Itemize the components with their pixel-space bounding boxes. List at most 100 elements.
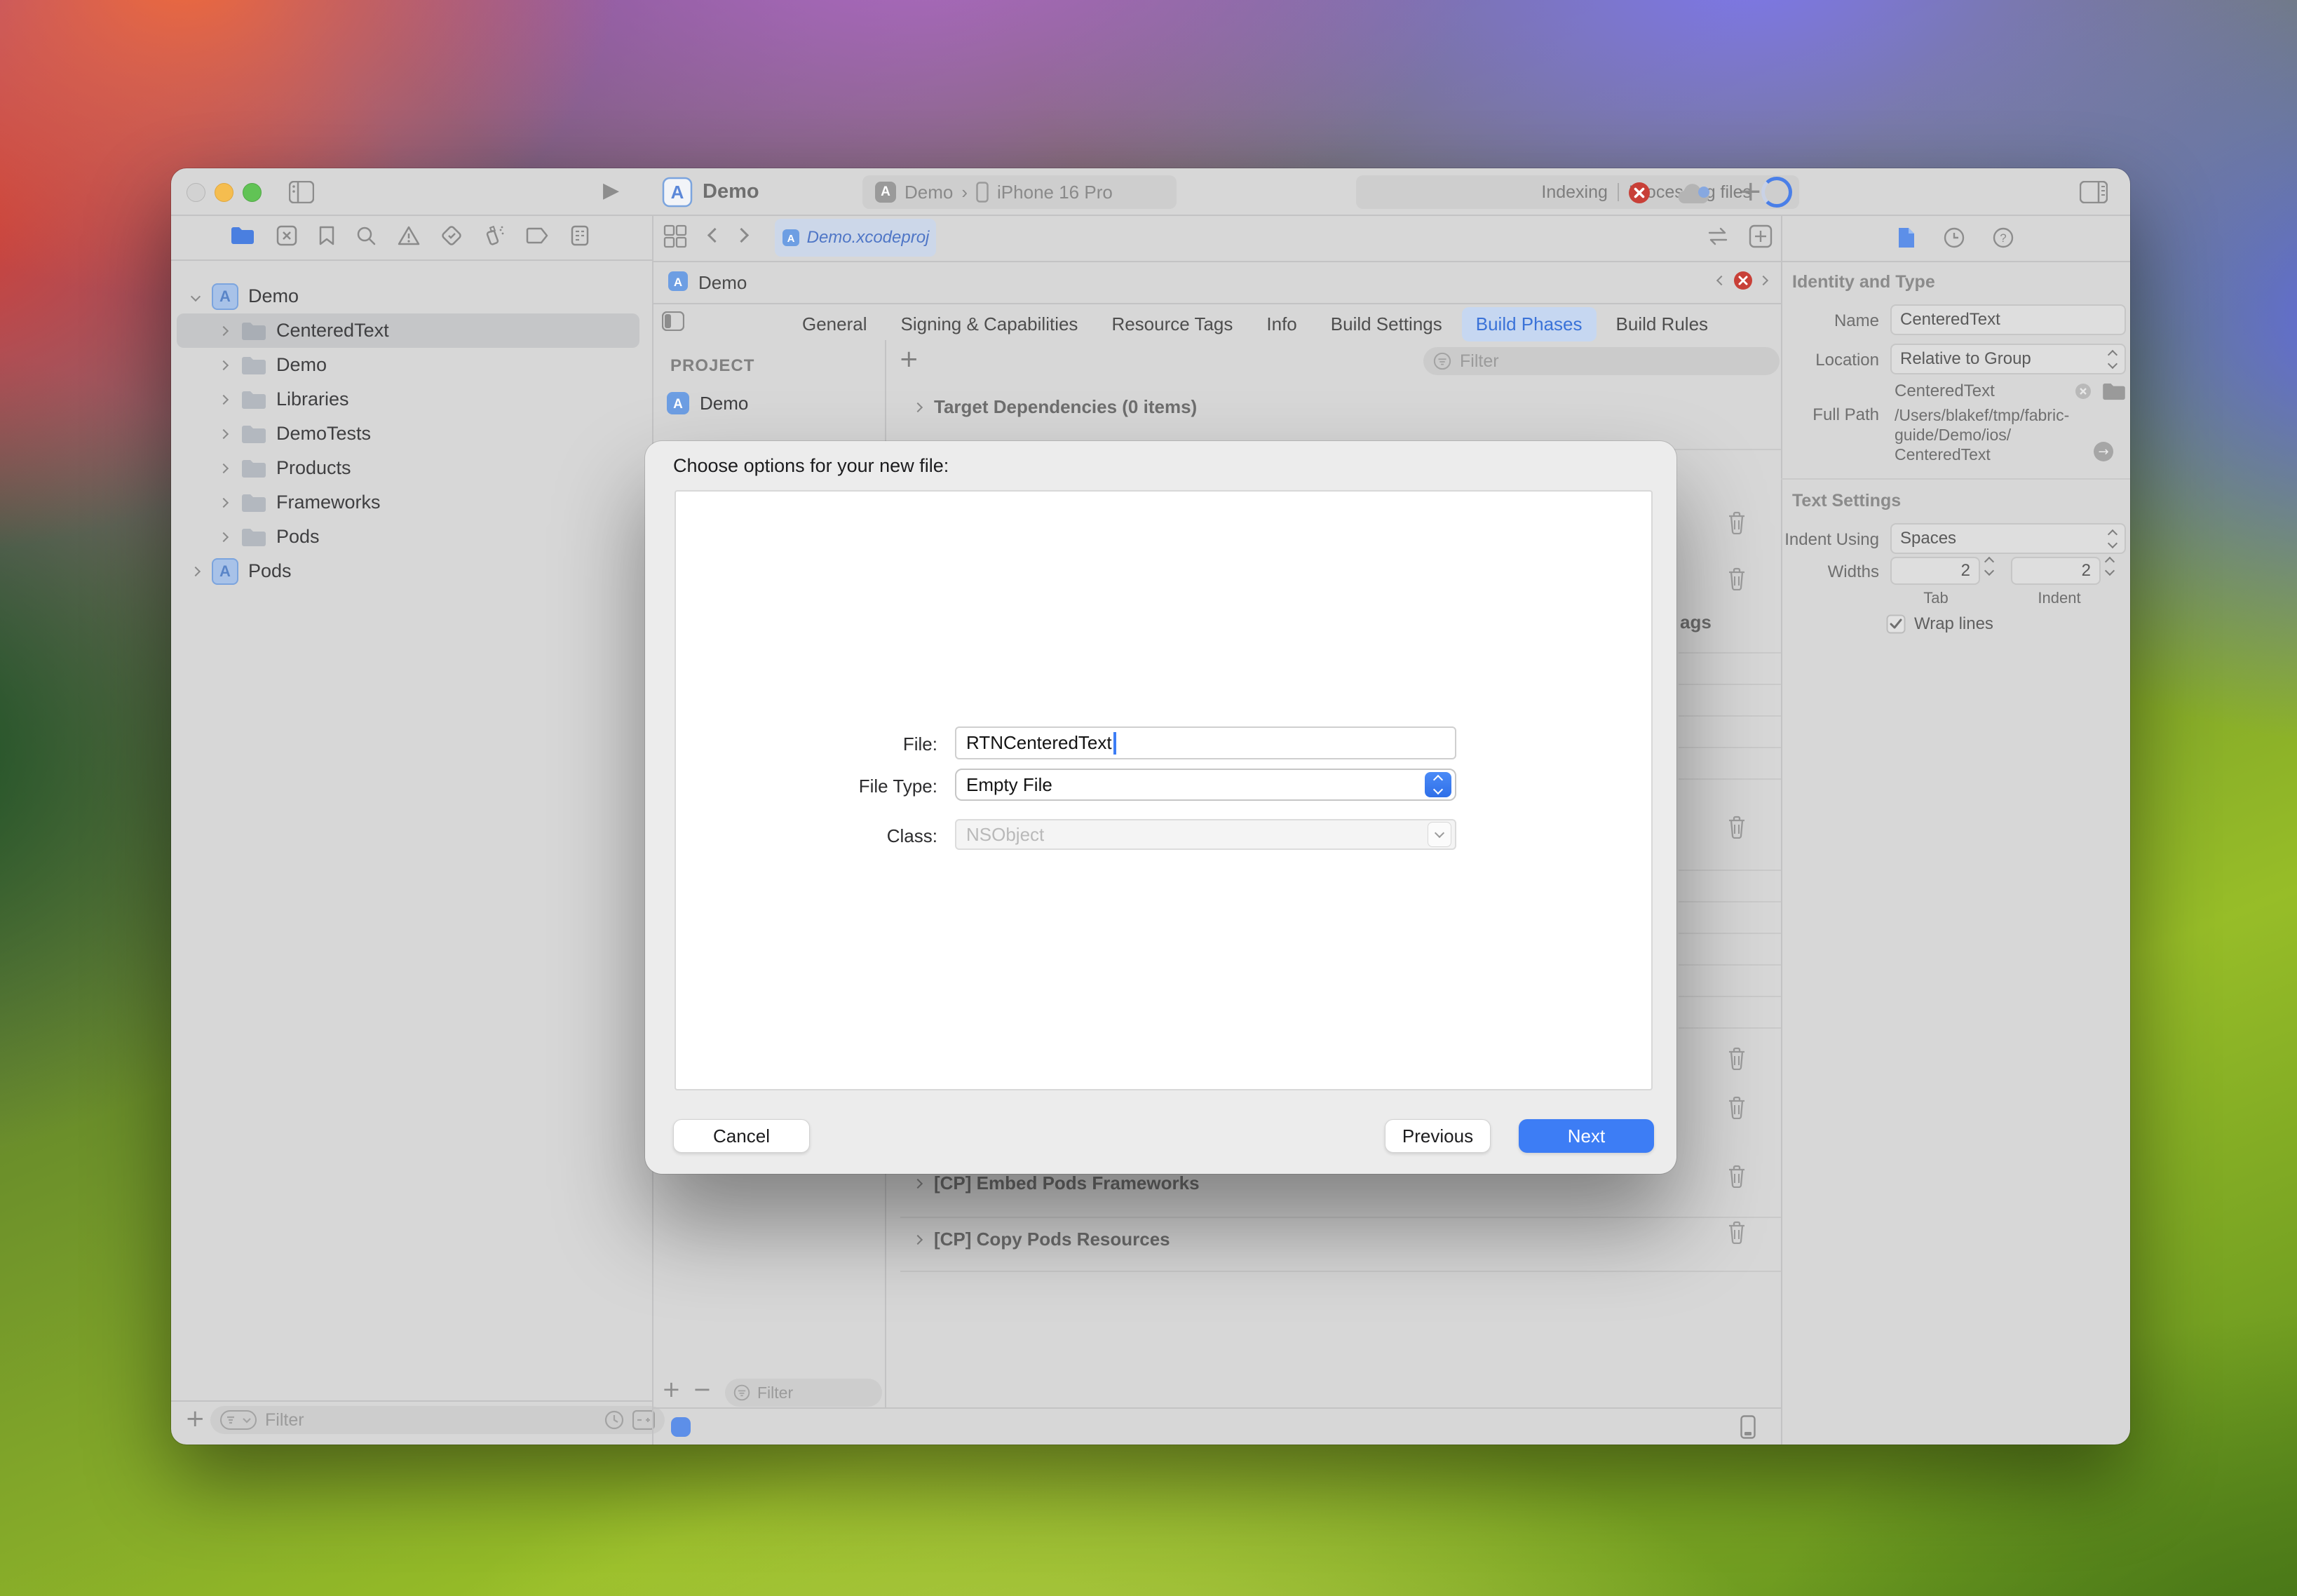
tab-resource-tags[interactable]: Resource Tags [1097, 307, 1247, 341]
breakpoint-navigator-icon[interactable] [526, 226, 550, 248]
sidebar-item-frameworks[interactable]: Frameworks [177, 485, 639, 520]
editor-grid-icon[interactable] [663, 224, 687, 252]
delete-phase-icon[interactable] [1726, 815, 1747, 842]
test-navigator-icon[interactable] [441, 225, 462, 250]
zoom-button[interactable] [243, 183, 262, 202]
delete-phase-icon[interactable] [1726, 1164, 1747, 1191]
sidebar-item-demo-project[interactable]: A Demo [177, 279, 639, 313]
tab-width-field[interactable]: 2 [1890, 557, 1980, 585]
folder-icon [241, 459, 266, 478]
back-button[interactable] [707, 228, 722, 243]
sidebar-item-demotests[interactable]: DemoTests [177, 417, 639, 451]
recent-files-clock-icon[interactable] [604, 1410, 624, 1430]
previous-button[interactable]: Previous [1385, 1119, 1491, 1153]
indent-width-stepper[interactable] [2106, 558, 2113, 574]
tab-build-settings[interactable]: Build Settings [1317, 307, 1456, 341]
file-name-input[interactable]: RTNCenteredText [955, 726, 1456, 759]
issue-badge[interactable] [1733, 271, 1753, 294]
disclosure-closed-icon[interactable] [219, 532, 229, 541]
sidebar-item-centeredtext[interactable]: CenteredText [177, 313, 639, 348]
tab-info[interactable]: Info [1252, 307, 1310, 341]
tab-build-rules[interactable]: Build Rules [1602, 307, 1723, 341]
sidebar-item-demo-group[interactable]: Demo [177, 348, 639, 382]
build-phase-embed-pods[interactable]: [CP] Embed Pods Frameworks [914, 1172, 1200, 1194]
disclosure-closed-icon[interactable] [219, 394, 229, 404]
delete-phase-icon[interactable] [1726, 1046, 1747, 1074]
navigator-filter-input[interactable]: Filter [210, 1406, 665, 1434]
class-combobox[interactable]: NSObject [955, 819, 1456, 850]
swap-editor-icon[interactable] [1705, 226, 1730, 250]
issue-navigator-icon[interactable] [398, 225, 420, 250]
delete-phase-icon[interactable] [1726, 1220, 1747, 1247]
close-button[interactable] [187, 183, 205, 202]
toggle-right-sidebar-icon[interactable] [2080, 181, 2108, 207]
disclosure-closed-icon[interactable] [191, 566, 201, 576]
clear-icon[interactable] [2074, 382, 2092, 400]
add-editor-icon[interactable] [1749, 224, 1773, 252]
wrap-lines-checkbox[interactable]: Wrap lines [1886, 614, 1993, 634]
scheme-selector[interactable]: A Demo › iPhone 16 Pro [862, 175, 1177, 209]
disclosure-closed-icon[interactable] [913, 402, 923, 412]
toggle-left-sidebar-icon[interactable] [289, 181, 314, 207]
tab-width-stepper[interactable] [1986, 558, 1993, 574]
project-navigator-icon[interactable] [230, 225, 255, 250]
add-target-button[interactable]: + [662, 1376, 681, 1402]
open-path-arrow-icon[interactable]: → [2094, 442, 2113, 461]
indent-using-dropdown[interactable]: Spaces [1890, 523, 2126, 554]
run-button[interactable]: ▶ [603, 178, 619, 203]
disclosure-closed-icon[interactable] [219, 497, 229, 507]
disclosure-closed-icon[interactable] [219, 360, 229, 370]
next-button[interactable]: Next [1519, 1119, 1654, 1153]
sidebar-item-libraries[interactable]: Libraries [177, 382, 639, 417]
delete-phase-icon[interactable] [1726, 1095, 1747, 1123]
indent-width-field[interactable]: 2 [2011, 557, 2101, 585]
tab-signing-capabilities[interactable]: Signing & Capabilities [887, 307, 1092, 341]
location-dropdown[interactable]: Relative to Group [1890, 344, 2126, 374]
disclosure-closed-icon[interactable] [219, 428, 229, 438]
history-inspector-icon[interactable] [1944, 227, 1965, 248]
disclosure-closed-icon[interactable] [913, 1234, 923, 1244]
disclosure-closed-icon[interactable] [219, 463, 229, 473]
location-value: Relative to Group [1900, 349, 2031, 369]
minimize-button[interactable] [215, 183, 233, 202]
sidebar-item-pods-group[interactable]: Pods [177, 520, 639, 554]
debug-navigator-icon[interactable] [483, 224, 506, 250]
name-field[interactable]: CenteredText [1890, 304, 2126, 335]
breadcrumb[interactable]: Demo [698, 272, 747, 294]
file-inspector-icon[interactable] [1897, 226, 1916, 249]
add-build-phase-button[interactable]: + [899, 345, 919, 373]
forward-button[interactable] [734, 228, 749, 243]
targets-filter-input[interactable]: Filter [725, 1379, 882, 1407]
activity-status[interactable]: Indexing Processing files [1356, 175, 1799, 209]
build-phase-copy-pods[interactable]: [CP] Copy Pods Resources [914, 1229, 1170, 1250]
project-list-item-demo[interactable]: A Demo [666, 391, 748, 415]
disclosure-closed-icon[interactable] [913, 1178, 923, 1188]
find-navigator-icon[interactable] [355, 225, 377, 250]
report-navigator-icon[interactable] [571, 225, 589, 250]
sidebar-item-pods-project[interactable]: A Pods [177, 554, 639, 588]
project-file-icon: A [212, 283, 238, 310]
disclosure-open-icon[interactable] [191, 291, 201, 301]
help-inspector-icon[interactable]: ? [1993, 227, 2014, 248]
remove-target-button[interactable]: − [693, 1376, 712, 1402]
tab-demo-xcodeproj[interactable]: A Demo.xcodeproj [775, 219, 936, 257]
targets-sidebar-toggle-icon[interactable] [662, 311, 684, 334]
source-control-navigator-icon[interactable] [276, 225, 297, 250]
filter-options-icon[interactable] [220, 1410, 257, 1430]
choose-folder-icon[interactable] [2102, 382, 2126, 400]
bookmark-navigator-icon[interactable] [318, 225, 335, 250]
tab-build-phases[interactable]: Build Phases [1462, 307, 1597, 341]
cancel-button[interactable]: Cancel [673, 1119, 810, 1153]
disclosure-closed-icon[interactable] [219, 325, 229, 335]
add-toolbar-button[interactable]: + [1739, 175, 1763, 208]
build-phase-target-dependencies[interactable]: Target Dependencies (0 items) [914, 396, 1197, 418]
next-issue-icon[interactable] [1759, 276, 1768, 285]
sidebar-item-products[interactable]: Products [177, 451, 639, 485]
add-file-button[interactable]: + [185, 1405, 205, 1433]
tree-item-label: Pods [276, 526, 320, 548]
previous-issue-icon[interactable] [1716, 276, 1726, 285]
tab-general[interactable]: General [788, 307, 881, 341]
error-count-badge[interactable] [1628, 182, 1651, 208]
file-type-dropdown[interactable]: Empty File [955, 769, 1456, 801]
project-file-icon: A [782, 229, 800, 247]
